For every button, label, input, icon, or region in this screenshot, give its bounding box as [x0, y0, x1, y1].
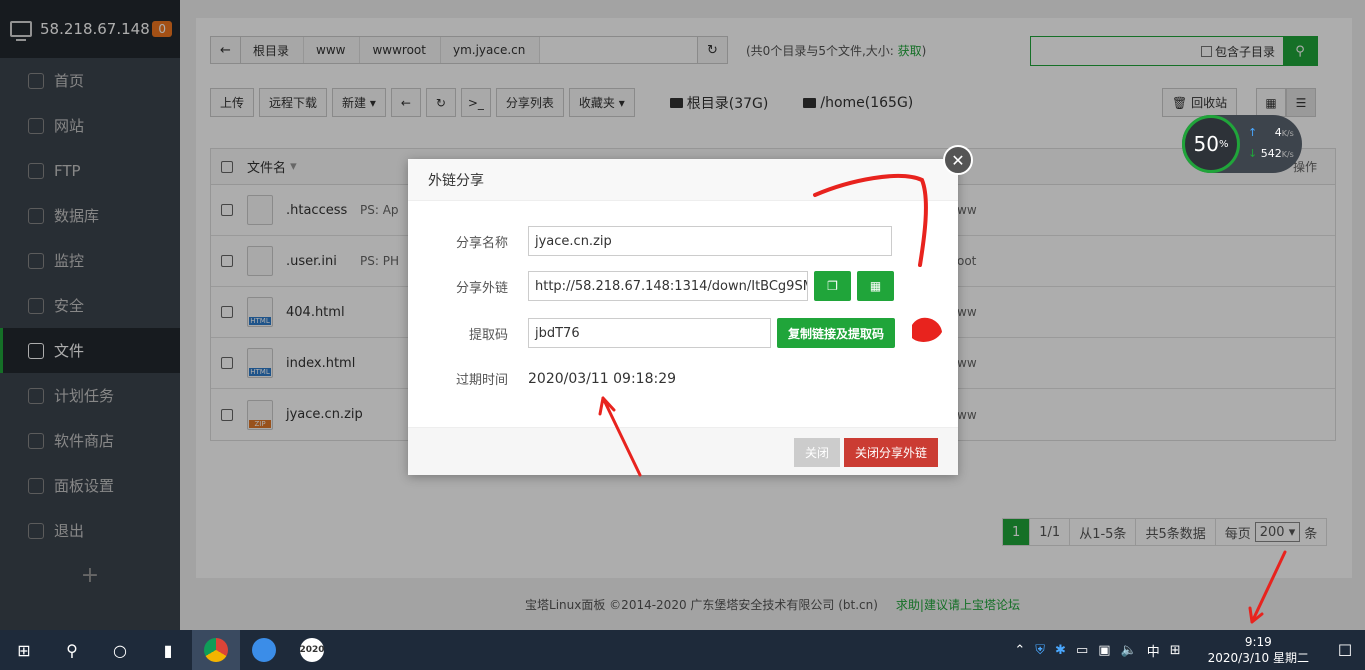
calendar-app[interactable]: 2020	[288, 630, 336, 670]
taskbar: ⊞ ⚲ ○ ▮ 2020 ⌃ ⛨ ✱ ▭ ▣ 🔈 中 ⊞ 9:19 2020/3…	[0, 630, 1365, 670]
clock-date: 2020/3/10 星期二	[1207, 651, 1309, 665]
cortana-icon[interactable]: ○	[96, 630, 144, 670]
network-icon[interactable]: ▣	[1098, 643, 1110, 658]
tray-app-icon[interactable]: ✱	[1055, 643, 1066, 658]
task-view-icon[interactable]: ▮	[144, 630, 192, 670]
battery-icon[interactable]: ▭	[1076, 643, 1088, 658]
calendar-app-icon: 2020	[299, 638, 325, 662]
annotation-curve	[813, 173, 928, 267]
search-icon[interactable]: ⚲	[48, 630, 96, 670]
feishu-app[interactable]	[240, 630, 288, 670]
volume-icon[interactable]: 🔈	[1121, 643, 1137, 658]
clock[interactable]: 9:19 2020/3/10 星期二	[1208, 634, 1309, 666]
app-icon	[252, 638, 276, 662]
windows-start-icon[interactable]: ⊞	[0, 630, 48, 670]
annotation-arrow-expire	[598, 396, 642, 477]
annotation-marks	[598, 173, 1287, 624]
chrome-icon	[204, 638, 228, 662]
annotation-blob	[912, 317, 942, 342]
ime-mode-icon[interactable]: ⊞	[1170, 643, 1181, 658]
chrome-app[interactable]	[192, 630, 240, 670]
system-tray: ⌃ ⛨ ✱ ▭ ▣ 🔈 中 ⊞ 9:19 2020/3/10 星期二 ☐	[1009, 630, 1365, 670]
security-shield-icon[interactable]: ⛨	[1035, 643, 1045, 658]
notification-icon[interactable]: ☐	[1325, 641, 1365, 660]
ime-lang[interactable]: 中	[1147, 641, 1160, 660]
clock-time: 9:19	[1244, 635, 1272, 649]
annotation-arrow-clock	[1248, 550, 1287, 624]
chevron-up-icon[interactable]: ⌃	[1014, 643, 1025, 658]
